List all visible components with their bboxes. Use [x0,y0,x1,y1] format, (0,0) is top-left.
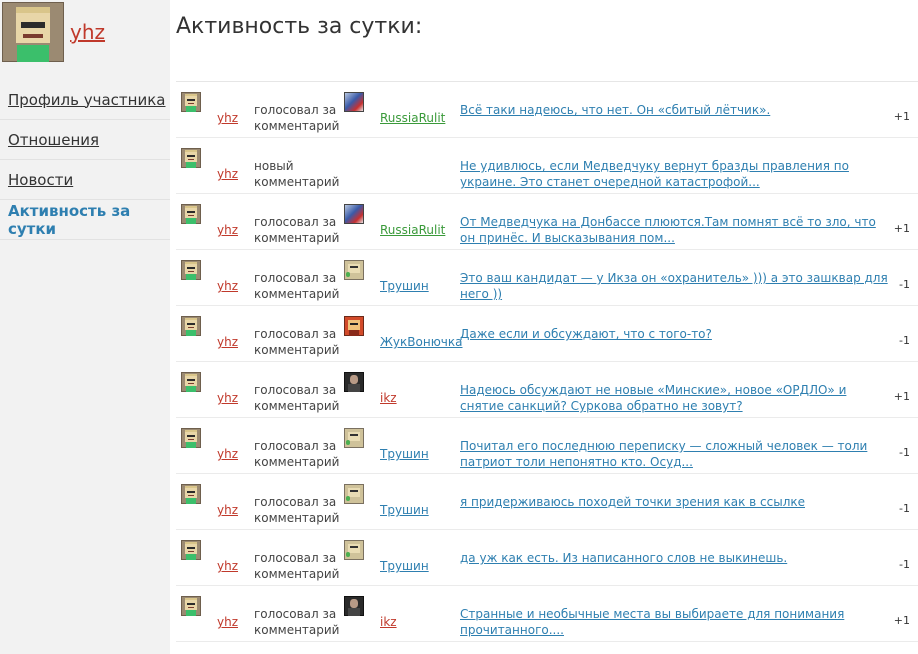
vote-value: +1 [893,110,910,123]
comment-link[interactable]: Странные и необычные места вы выбираете … [460,606,892,638]
activity-row: yhz новый комментарий Не удивлюсь, если Ме… [176,138,918,194]
comment-link[interactable]: да уж как есть. Из написанного слов не в… [460,550,892,566]
action-text: голосовал за комментарий [254,495,340,525]
sidebar-item-news[interactable]: Новости [0,160,170,200]
comment-link[interactable]: Надеюсь обсуждают не новые «Минские», но… [460,382,892,414]
vote-value: +1 [893,614,910,627]
actor-username[interactable]: yhz [217,391,238,405]
target-avatar[interactable] [344,484,364,504]
comment-link[interactable]: я придерживаюсь походей точки зрения как… [460,494,892,510]
target-username[interactable]: ikz [380,615,397,629]
actor-avatar[interactable] [181,260,201,280]
target-avatar[interactable] [344,596,364,616]
actor-avatar[interactable] [181,316,201,336]
sidebar: yhz Профиль участника Отношения Новости … [0,0,170,654]
actor-username[interactable]: yhz [217,335,238,349]
action-text: новый комментарий [254,159,340,189]
vote-value: -1 [899,446,910,459]
action-text: голосовал за комментарий [254,551,340,581]
comment-link[interactable]: Не удивлюсь, если Медведчуку вернут браз… [460,158,892,190]
activity-row: yhz голосовал за комментарий Трушин Это ваш… [176,250,918,306]
activity-row: yhz голосовал за комментарий Трушин Почитал… [176,418,918,474]
actor-username[interactable]: yhz [217,447,238,461]
action-text: голосовал за комментарий [254,103,340,133]
vote-value: -1 [899,558,910,571]
action-text: голосовал за комментарий [254,383,340,413]
actor-avatar[interactable] [181,204,201,224]
activity-row: yhz голосовал за комментарий Трушин да уж к… [176,530,918,586]
actor-avatar[interactable] [181,92,201,112]
target-username[interactable]: Трушин [380,559,429,573]
action-text: голосовал за комментарий [254,439,340,469]
action-text: голосовал за комментарий [254,327,340,357]
target-username[interactable]: Трушин [380,447,429,461]
actor-username[interactable]: yhz [217,615,238,629]
sidebar-item-daily-activity[interactable]: Активность за сутки [0,200,170,240]
actor-avatar[interactable] [181,428,201,448]
comment-link[interactable]: Почитал его последнюю переписку — сложны… [460,438,892,470]
target-username[interactable]: Трушин [380,279,429,293]
vote-value: +1 [893,222,910,235]
target-avatar[interactable] [344,92,364,112]
profile-header: yhz [2,2,105,62]
activity-row: yhz голосовал за комментарий RussiaRulit От… [176,194,918,250]
target-username[interactable]: ikz [380,391,397,405]
target-avatar[interactable] [344,316,364,336]
target-username[interactable]: RussiaRulit [380,223,445,237]
activity-row: yhz голосовал за комментарий ЖукВонючка Даж… [176,306,918,362]
page-title: Активность за сутки: [176,14,423,39]
activity-row: yhz голосовал за комментарий ikz Надеюсь об… [176,362,918,418]
activity-row: yhz голосовал за комментарий ikz Странные и… [176,586,918,642]
activity-list: yhz голосовал за комментарий RussiaRulit Вс… [176,82,918,642]
action-text: голосовал за комментарий [254,607,340,637]
comment-link[interactable]: От Медведчука на Донбассе плюются.Там по… [460,214,892,246]
comment-link[interactable]: Даже если и обсуждают, что с того-то? [460,326,892,342]
target-username[interactable]: ЖукВонючка [380,335,463,349]
target-username[interactable]: Трушин [380,503,429,517]
actor-username[interactable]: yhz [217,223,238,237]
sidebar-item-profile[interactable]: Профиль участника [0,80,170,120]
profile-username[interactable]: yhz [70,20,105,44]
actor-username[interactable]: yhz [217,279,238,293]
actor-username[interactable]: yhz [217,111,238,125]
target-username[interactable]: RussiaRulit [380,111,445,125]
target-avatar[interactable] [344,540,364,560]
actor-username[interactable]: yhz [217,503,238,517]
sidebar-item-relations[interactable]: Отношения [0,120,170,160]
vote-value: -1 [899,278,910,291]
actor-avatar[interactable] [181,484,201,504]
actor-avatar[interactable] [181,148,201,168]
action-text: голосовал за комментарий [254,271,340,301]
sidebar-nav: Профиль участника Отношения Новости Акти… [0,80,170,240]
user-avatar[interactable] [2,2,64,62]
action-text: голосовал за комментарий [254,215,340,245]
comment-link[interactable]: Всё таки надеюсь, что нет. Он «сбитый лё… [460,102,892,118]
target-avatar[interactable] [344,428,364,448]
vote-value: -1 [899,334,910,347]
target-avatar[interactable] [344,260,364,280]
activity-row: yhz голосовал за комментарий RussiaRulit Вс… [176,82,918,138]
actor-username[interactable]: yhz [217,167,238,181]
target-avatar[interactable] [344,204,364,224]
activity-row: yhz голосовал за комментарий Трушин я приде… [176,474,918,530]
vote-value: +1 [893,390,910,403]
actor-avatar[interactable] [181,372,201,392]
comment-link[interactable]: Это ваш кандидат — у Икза он «охранитель… [460,270,892,302]
vote-value: -1 [899,502,910,515]
target-avatar[interactable] [344,372,364,392]
actor-avatar[interactable] [181,596,201,616]
actor-username[interactable]: yhz [217,559,238,573]
actor-avatar[interactable] [181,540,201,560]
